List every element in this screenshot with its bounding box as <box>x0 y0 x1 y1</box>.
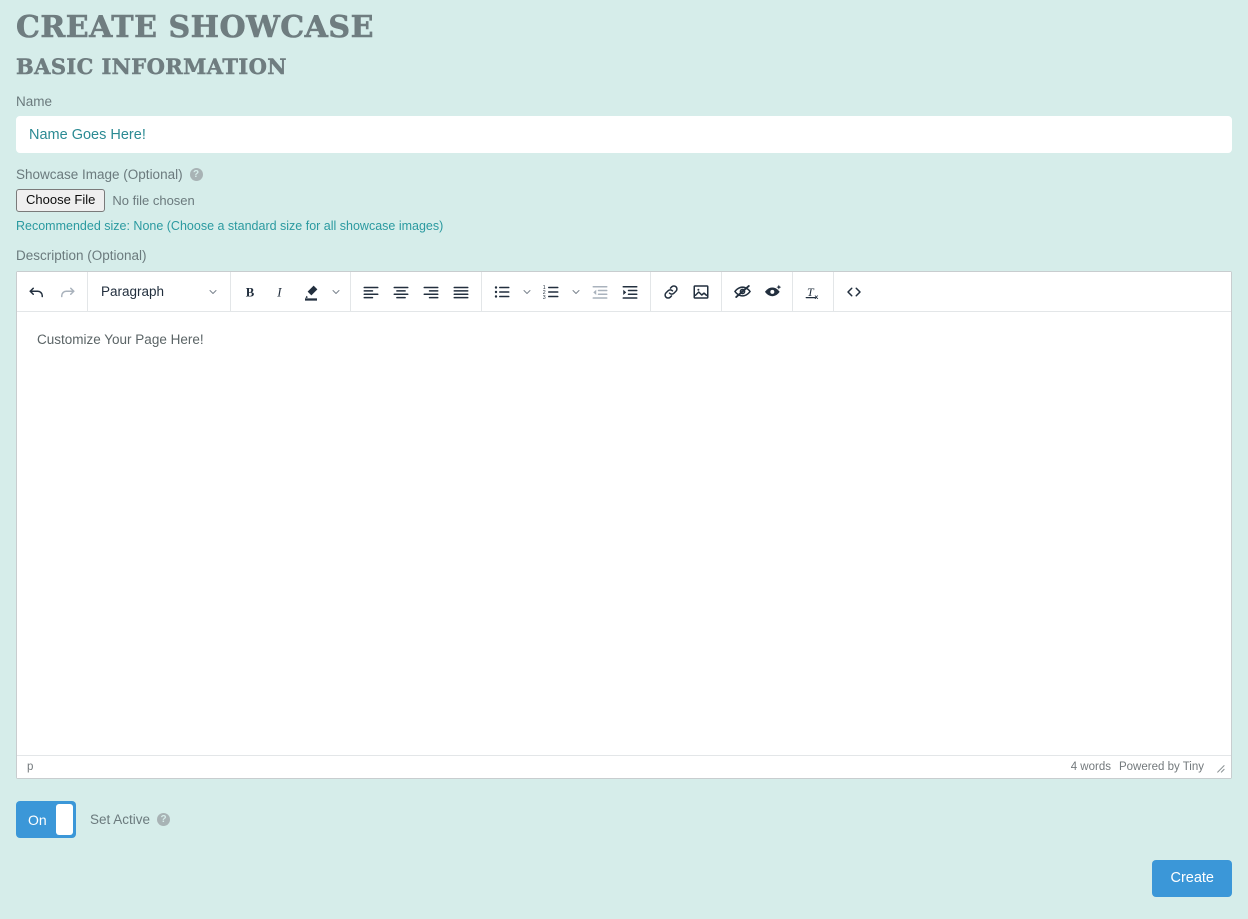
toggle-state-label: On <box>28 811 47 828</box>
align-right-icon[interactable] <box>416 278 446 306</box>
redo-icon[interactable] <box>52 278 82 306</box>
chevron-down-icon[interactable] <box>517 278 536 306</box>
format-select-value: Paragraph <box>101 284 165 299</box>
recommended-size-note: Recommended size: None (Choose a standar… <box>16 219 444 233</box>
name-label-text: Name <box>16 94 53 109</box>
description-label-text: Description (Optional) <box>16 248 147 263</box>
eye-off-icon[interactable] <box>727 278 757 306</box>
indent-icon[interactable] <box>615 278 645 306</box>
set-active-row: On Set Active ? <box>16 801 1232 838</box>
editor-placeholder-text: Customize Your Page Here! <box>37 332 204 347</box>
status-bar-right: 4 words Powered by Tiny <box>1071 760 1226 774</box>
showcase-image-label-text: Showcase Image (Optional) <box>16 167 183 182</box>
eye-sparkle-icon[interactable] <box>757 278 787 306</box>
set-active-toggle[interactable]: On <box>16 801 76 838</box>
svg-text:3: 3 <box>543 294 546 300</box>
toolbar-group-source <box>834 272 874 311</box>
showcase-image-label: Showcase Image (Optional) ? <box>16 166 1232 183</box>
help-circle-icon[interactable]: ? <box>189 168 203 181</box>
toolbar-group-clear: T x <box>793 272 834 311</box>
chevron-down-icon[interactable] <box>326 278 345 306</box>
resize-handle-icon[interactable] <box>1212 760 1226 774</box>
set-active-text: Set Active <box>90 812 151 827</box>
element-path[interactable]: p <box>27 760 33 774</box>
tiny-branding[interactable]: Powered by Tiny <box>1119 760 1204 774</box>
create-button[interactable]: Create <box>1152 860 1232 897</box>
file-upload-row: Choose File No file chosen <box>16 189 1232 212</box>
highlight-pen-icon[interactable] <box>296 278 326 306</box>
toolbar-group-alignment <box>351 272 482 311</box>
chevron-down-icon <box>209 289 217 294</box>
image-icon[interactable] <box>686 278 716 306</box>
bold-icon[interactable]: B <box>236 278 266 306</box>
choose-file-button[interactable]: Choose File <box>16 189 106 212</box>
editor-status-bar: p 4 words Powered by Tiny <box>17 755 1231 778</box>
chevron-down-icon[interactable] <box>566 278 585 306</box>
toggle-knob <box>56 804 73 835</box>
description-label: Description (Optional) <box>16 247 1232 264</box>
align-left-icon[interactable] <box>356 278 386 306</box>
toolbar-group-lists: 123 <box>482 272 651 311</box>
outdent-icon[interactable] <box>585 278 615 306</box>
toolbar-group-insert <box>651 272 722 311</box>
rich-text-editor: Paragraph B I 1 2 3 T x Customize Your P… <box>16 271 1232 779</box>
toolbar-group-visibility <box>722 272 793 311</box>
align-justify-icon[interactable] <box>446 278 476 306</box>
name-label: Name <box>16 93 1232 110</box>
create-showcase-page: Create Showcase Basic Information Name S… <box>0 0 1248 897</box>
no-file-chosen-text: No file chosen <box>112 192 195 208</box>
page-title: Create Showcase <box>16 10 374 45</box>
numbered-list-icon[interactable]: 123 <box>536 278 566 306</box>
svg-text:x: x <box>815 293 819 300</box>
help-circle-icon[interactable]: ? <box>157 813 171 826</box>
undo-icon[interactable] <box>22 278 52 306</box>
word-count[interactable]: 4 words <box>1071 760 1111 774</box>
align-center-icon[interactable] <box>386 278 416 306</box>
svg-text:I: I <box>276 285 282 299</box>
italic-icon[interactable]: I <box>266 278 296 306</box>
format-select[interactable]: Paragraph <box>93 278 225 306</box>
clear-formatting-icon[interactable]: T x <box>798 278 828 306</box>
section-title: Basic Information <box>16 54 287 80</box>
toolbar-group-history <box>17 272 88 311</box>
svg-text:B: B <box>246 285 255 299</box>
source-code-icon[interactable] <box>839 278 869 306</box>
toolbar-group-formatting: B I <box>231 272 351 311</box>
form-footer: Create <box>16 860 1232 897</box>
bullet-list-icon[interactable] <box>487 278 517 306</box>
toolbar-group-blocks: Paragraph <box>88 272 231 311</box>
link-icon[interactable] <box>656 278 686 306</box>
name-input[interactable] <box>16 116 1232 153</box>
set-active-caption: Set Active ? <box>90 811 171 828</box>
editor-content-area[interactable]: Customize Your Page Here! <box>17 312 1231 755</box>
editor-toolbar: Paragraph B I 1 2 3 T x <box>17 272 1231 312</box>
